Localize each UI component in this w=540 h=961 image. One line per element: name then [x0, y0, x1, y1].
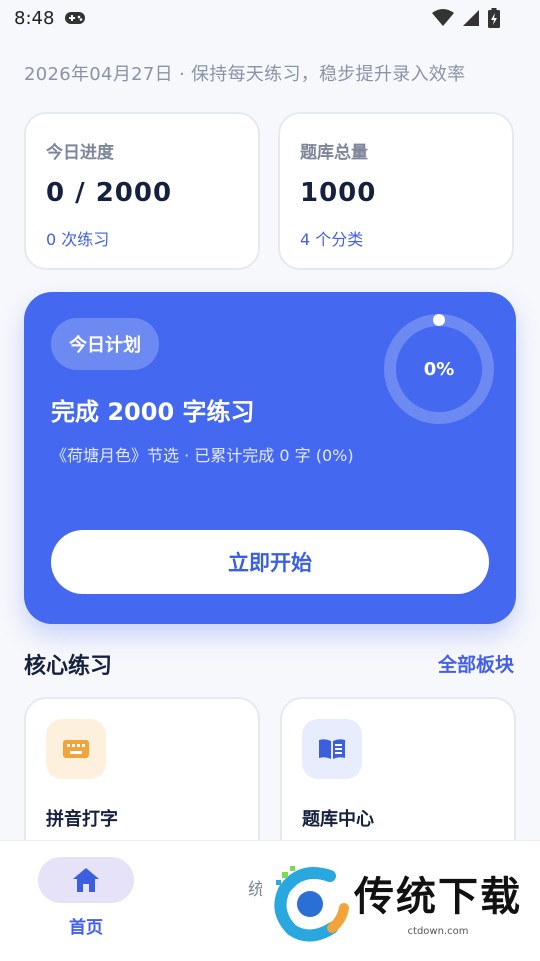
- feature-icon-box: [302, 719, 362, 779]
- nav-active-pill: [38, 857, 134, 903]
- stat-value: 0 / 2000: [46, 178, 173, 208]
- question-bank-total-card[interactable]: 题库总量 1000 4 个分类: [278, 112, 514, 270]
- date-subtitle: 2026年04月27日 · 保持每天练习，稳步提升录入效率: [24, 64, 466, 85]
- keyboard-icon: [63, 740, 89, 758]
- plan-badge: 今日计划: [51, 318, 159, 370]
- stat-value: 1000: [300, 178, 377, 208]
- book-icon: [319, 739, 345, 759]
- feature-label: 题库中心: [302, 809, 374, 830]
- watermark-logo: 传统下载 ctdown.com: [262, 846, 540, 960]
- plan-description: 《荷塘月色》节选 · 已累计完成 0 字 (0%): [51, 446, 354, 465]
- progress-percent: 0%: [423, 358, 455, 380]
- feature-label: 拼音打字: [46, 809, 118, 830]
- section-title: 核心练习: [24, 654, 113, 679]
- plan-title: 完成 2000 字练习: [51, 398, 255, 426]
- nav-label-home: 首页: [69, 918, 103, 938]
- gamepad-icon: [65, 12, 86, 24]
- status-time: 8:48: [14, 7, 55, 29]
- all-sections-link[interactable]: 全部板块: [438, 650, 514, 677]
- home-icon: [73, 868, 99, 892]
- start-now-button[interactable]: 立即开始: [51, 530, 489, 594]
- today-plan-card: 今日计划 完成 2000 字练习 《荷塘月色》节选 · 已累计完成 0 字 (0…: [24, 292, 516, 624]
- wifi-icon: [432, 9, 454, 26]
- battery-icon: [488, 8, 500, 28]
- stat-label: 题库总量: [300, 143, 368, 163]
- nav-item-home[interactable]: 首页: [38, 857, 134, 938]
- feature-icon-box: [46, 719, 106, 779]
- watermark-domain: ctdown.com: [407, 926, 469, 937]
- stat-label: 今日进度: [46, 143, 114, 163]
- stat-sub: 4 个分类: [300, 230, 364, 249]
- watermark-logo-icon: [274, 866, 349, 942]
- signal-icon: [463, 10, 479, 26]
- stat-sub: 0 次练习: [46, 230, 110, 249]
- watermark-title: 传统下载: [354, 874, 522, 920]
- today-progress-card[interactable]: 今日进度 0 / 2000 0 次练习: [24, 112, 260, 270]
- status-bar: 8:48: [0, 0, 540, 36]
